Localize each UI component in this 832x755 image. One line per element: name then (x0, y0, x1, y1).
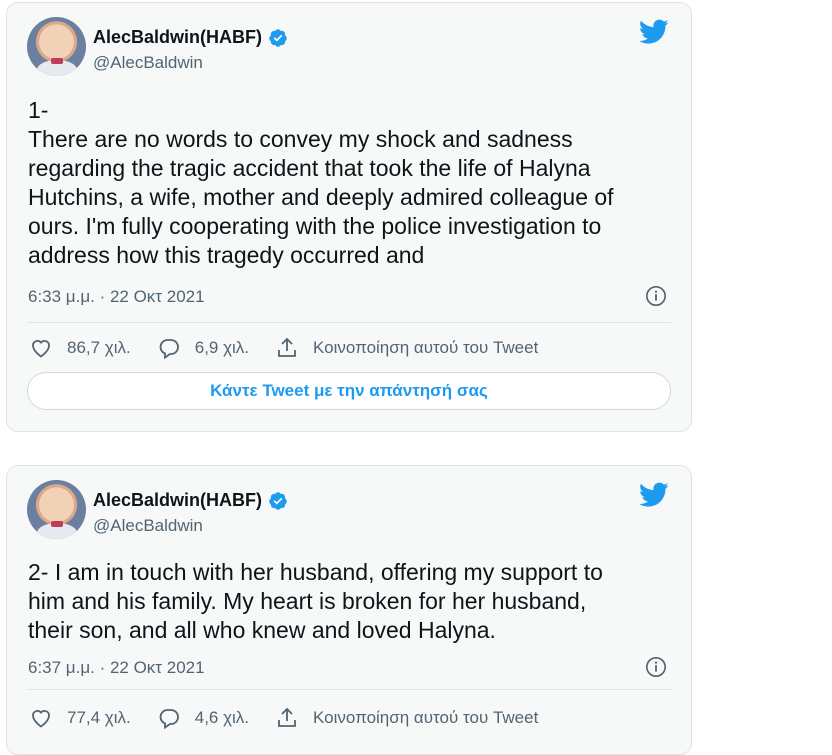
timestamp[interactable]: 6:37 μ.μ. · 22 Οκτ 2021 (28, 658, 205, 678)
like-count: 77,4 χιλ. (67, 708, 131, 727)
share-label: Κοινοποίηση αυτού του Tweet (313, 338, 539, 357)
share-label: Κοινοποίηση αυτού του Tweet (313, 708, 539, 727)
timestamp[interactable]: 6:33 μ.μ. · 22 Οκτ 2021 (28, 287, 205, 307)
verified-badge-icon (269, 491, 287, 510)
action-bar: 86,7 χιλ. 6,9 χιλ. Κοινοποίηση αυτού του… (29, 336, 564, 360)
twitter-bird-icon[interactable] (639, 19, 669, 45)
reply-icon (159, 709, 179, 730)
heart-icon (32, 710, 50, 728)
handle[interactable]: @AlecBaldwin (93, 53, 203, 73)
like-button[interactable]: 86,7 χιλ. (29, 336, 131, 360)
share-button[interactable]: Κοινοποίηση αυτού του Tweet (275, 336, 538, 360)
reply-count-button[interactable]: 6,9 χιλ. (157, 336, 249, 360)
tweet-text: 2- I am in touch with her husband, offer… (28, 559, 603, 643)
tweet-card-1[interactable]: AlecBaldwin(HABF) @AlecBaldwin 1- There … (6, 2, 692, 432)
share-icon (278, 707, 296, 727)
tweet-card-2[interactable]: AlecBaldwin(HABF) @AlecBaldwin 2- I am i… (6, 465, 692, 755)
reply-count: 4,6 χιλ. (194, 708, 250, 727)
display-name[interactable]: AlecBaldwin(HABF) (93, 490, 288, 511)
avatar[interactable] (27, 480, 86, 539)
reply-tweet-button[interactable]: Κάντε Tweet με την απάντησή σας (27, 372, 671, 410)
share-icon (278, 337, 296, 357)
twitter-bird-icon[interactable] (639, 482, 669, 508)
handle[interactable]: @AlecBaldwin (93, 516, 203, 536)
display-name-text[interactable]: AlecBaldwin(HABF) (93, 490, 262, 511)
like-button[interactable]: 77,4 χιλ. (29, 706, 131, 730)
like-count: 86,7 χιλ. (67, 338, 131, 357)
reply-count-button[interactable]: 4,6 χιλ. (157, 706, 249, 730)
reply-icon (159, 339, 179, 360)
verified-badge-icon (269, 28, 287, 47)
display-name-text[interactable]: AlecBaldwin(HABF) (93, 27, 262, 48)
action-bar: 77,4 χιλ. 4,6 χιλ. Κοινοποίηση αυτού του… (29, 706, 564, 730)
info-icon[interactable] (645, 656, 667, 678)
tweet-text: 1- There are no words to convey my shock… (28, 97, 614, 268)
info-icon[interactable] (645, 285, 667, 307)
heart-icon (32, 340, 50, 358)
share-button[interactable]: Κοινοποίηση αυτού του Tweet (275, 706, 538, 730)
divider (27, 322, 671, 323)
reply-count: 6,9 χιλ. (194, 338, 250, 357)
divider (27, 689, 671, 690)
display-name[interactable]: AlecBaldwin(HABF) (93, 27, 288, 48)
avatar[interactable] (27, 17, 86, 76)
